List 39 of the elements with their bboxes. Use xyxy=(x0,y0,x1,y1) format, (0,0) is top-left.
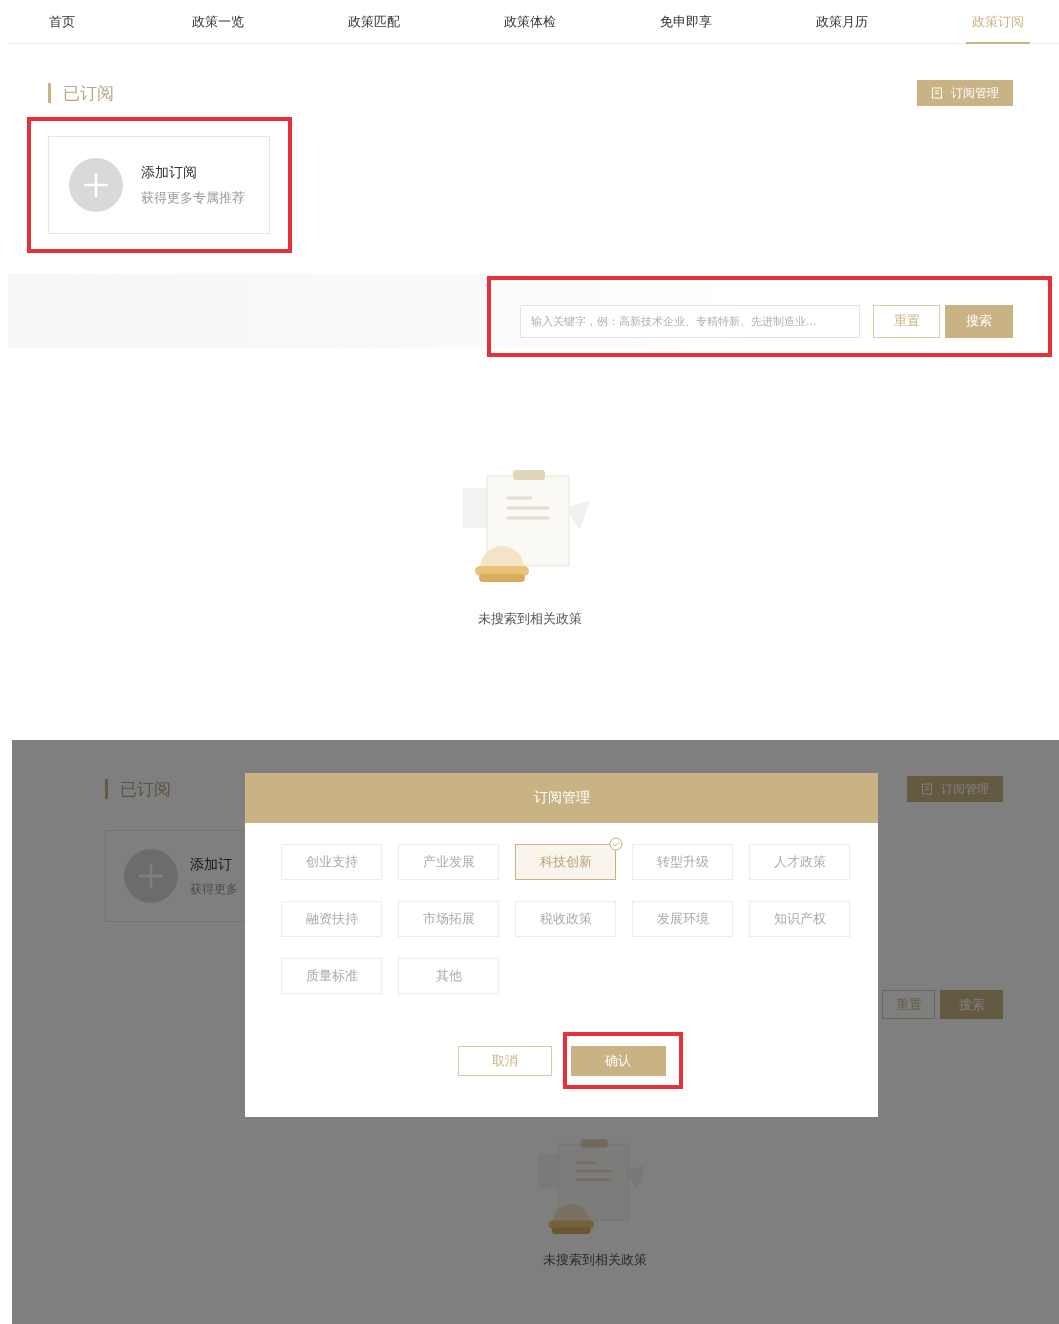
empty-message: 未搜索到相关政策 xyxy=(477,610,582,628)
cancel-button[interactable]: 取消 xyxy=(457,1046,552,1076)
plus-icon xyxy=(69,158,123,212)
subscription-manage-button[interactable]: 订阅管理 xyxy=(917,80,1013,106)
nav-tab[interactable]: 政策一览 xyxy=(186,0,250,44)
document-icon xyxy=(921,783,933,795)
card-title: 添加订 xyxy=(190,855,233,874)
section-title: 已订阅 xyxy=(48,83,114,103)
category-tag[interactable]: 创业支持 xyxy=(281,844,382,880)
nav-tab[interactable]: 政策月历 xyxy=(810,0,874,44)
category-tag[interactable]: 转型升级 xyxy=(632,844,733,880)
dialog-title: 订阅管理 xyxy=(245,773,878,823)
empty-message: 未搜索到相关政策 xyxy=(543,1251,647,1269)
category-tag[interactable]: 税收政策 xyxy=(515,901,616,937)
category-tag[interactable]: 融资扶持 xyxy=(281,901,382,937)
nav-tab[interactable]: 政策订阅 xyxy=(966,0,1030,44)
nav-tab[interactable]: 政策体检 xyxy=(498,0,562,44)
category-tag[interactable]: 其他 xyxy=(398,958,499,994)
reset-button[interactable]: 重置 xyxy=(882,990,935,1019)
add-subscription-card[interactable]: 添加订阅 获得更多专属推荐 xyxy=(48,136,270,234)
search-button[interactable]: 搜索 xyxy=(945,304,1013,338)
nav-tab[interactable]: 免申即享 xyxy=(654,0,718,44)
category-tag[interactable]: 产业发展 xyxy=(398,844,499,880)
search-field[interactable]: 输入关键字，例：高新技术企业、专精特新、先进制造业... xyxy=(520,304,860,338)
nav-tab[interactable]: 政策匹配 xyxy=(342,0,406,44)
document-icon xyxy=(931,87,943,99)
card-title: 添加订阅 xyxy=(141,163,198,182)
check-icon xyxy=(609,837,623,851)
category-tag[interactable]: 人才政策 xyxy=(749,844,850,880)
confirm-button[interactable]: 确认 xyxy=(570,1046,666,1076)
category-tag[interactable]: 发展环境 xyxy=(632,901,733,937)
category-tag[interactable]: 知识产权 xyxy=(749,901,850,937)
category-tag[interactable]: 科技创新 xyxy=(515,844,616,880)
category-tag[interactable]: 质量标准 xyxy=(281,958,382,994)
category-tag[interactable]: 市场拓展 xyxy=(398,901,499,937)
reset-button[interactable]: 重置 xyxy=(873,304,940,338)
section-title: 已订阅 xyxy=(105,779,171,799)
card-subtitle: 获得更多专属推荐 xyxy=(141,189,245,207)
nav-tab[interactable]: 首页 xyxy=(30,0,94,44)
